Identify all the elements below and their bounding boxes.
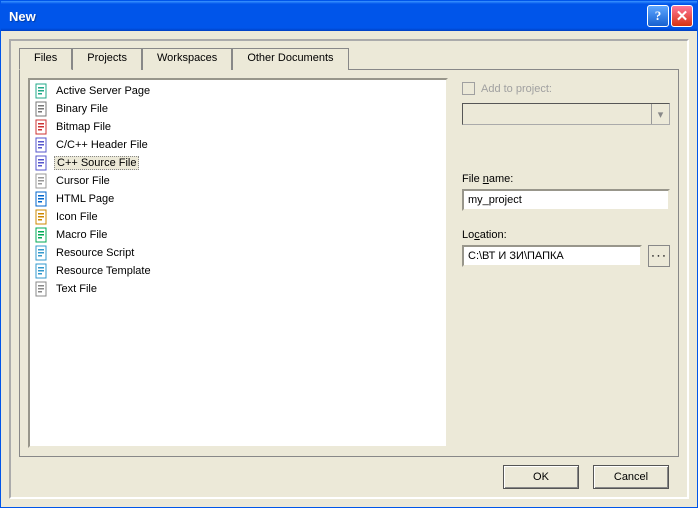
file-type-label: Bitmap File (54, 121, 113, 133)
close-icon: ✕ (676, 7, 689, 25)
file-type-label: C/C++ Header File (54, 139, 150, 151)
file-type-label: Active Server Page (54, 85, 152, 97)
close-button[interactable]: ✕ (671, 5, 693, 27)
right-panel: Add to project: ▾ File name: Location: ●… (462, 78, 670, 448)
file-type-label: HTML Page (54, 193, 116, 205)
list-item[interactable]: HTML Page (32, 190, 444, 208)
titlebar[interactable]: New ? ✕ (1, 1, 697, 31)
tab-files[interactable]: Files (19, 48, 72, 70)
list-item[interactable]: Icon File (32, 208, 444, 226)
tab-projects[interactable]: Projects (72, 48, 142, 70)
tab-workspaces[interactable]: Workspaces (142, 48, 232, 70)
bitmap-icon (34, 119, 50, 135)
file-name-input[interactable] (462, 189, 670, 211)
list-item[interactable]: Text File (32, 280, 444, 298)
window-title: New (9, 9, 647, 24)
file-type-label: Icon File (54, 211, 100, 223)
add-to-project-label: Add to project: (481, 83, 552, 95)
file-type-list[interactable]: Active Server Page Binary File Bitmap File… (28, 78, 448, 448)
list-item[interactable]: C++ Source File (32, 154, 444, 172)
add-to-project-row: Add to project: (462, 82, 670, 95)
html-icon (34, 191, 50, 207)
file-type-label: Binary File (54, 103, 110, 115)
file-type-label: Macro File (54, 229, 109, 241)
header-icon (34, 137, 50, 153)
cpp-icon (34, 155, 50, 171)
list-item[interactable]: Active Server Page (32, 82, 444, 100)
cursor-icon (34, 173, 50, 189)
dialog-button-row: OK Cancel (19, 457, 679, 489)
icon-file-icon (34, 209, 50, 225)
dialog-window: New ? ✕ FilesProjectsWorkspacesOther Doc… (0, 0, 698, 508)
browse-button[interactable]: ● ● ● (648, 245, 670, 267)
file-type-label: Resource Template (54, 265, 153, 277)
resource-template-icon (34, 263, 50, 279)
list-item[interactable]: Macro File (32, 226, 444, 244)
resource-script-icon (34, 245, 50, 261)
text-icon (34, 281, 50, 297)
file-type-label: C++ Source File (54, 156, 139, 170)
file-type-label: Cursor File (54, 175, 112, 187)
tab-other-documents[interactable]: Other Documents (232, 48, 348, 70)
tab-row: FilesProjectsWorkspacesOther Documents (19, 47, 679, 69)
help-icon: ? (655, 8, 662, 24)
list-item[interactable]: Bitmap File (32, 118, 444, 136)
tab-panel-files: Active Server Page Binary File Bitmap File… (19, 69, 679, 457)
list-item[interactable]: Cursor File (32, 172, 444, 190)
cancel-button[interactable]: Cancel (593, 465, 669, 489)
binary-icon (34, 101, 50, 117)
ok-button[interactable]: OK (503, 465, 579, 489)
list-item[interactable]: Binary File (32, 100, 444, 118)
list-item[interactable]: Resource Script (32, 244, 444, 262)
file-name-label: File name: (462, 173, 670, 185)
dialog-body: FilesProjectsWorkspacesOther Documents A… (9, 39, 689, 499)
list-item[interactable]: Resource Template (32, 262, 444, 280)
file-type-label: Text File (54, 283, 99, 295)
file-type-label: Resource Script (54, 247, 136, 259)
location-label: Location: (462, 229, 670, 241)
help-button[interactable]: ? (647, 5, 669, 27)
chevron-down-icon: ▾ (651, 104, 669, 124)
add-to-project-checkbox (462, 82, 475, 95)
list-item[interactable]: C/C++ Header File (32, 136, 444, 154)
asp-icon (34, 83, 50, 99)
macro-icon (34, 227, 50, 243)
location-input[interactable] (462, 245, 642, 267)
project-combo: ▾ (462, 103, 670, 125)
